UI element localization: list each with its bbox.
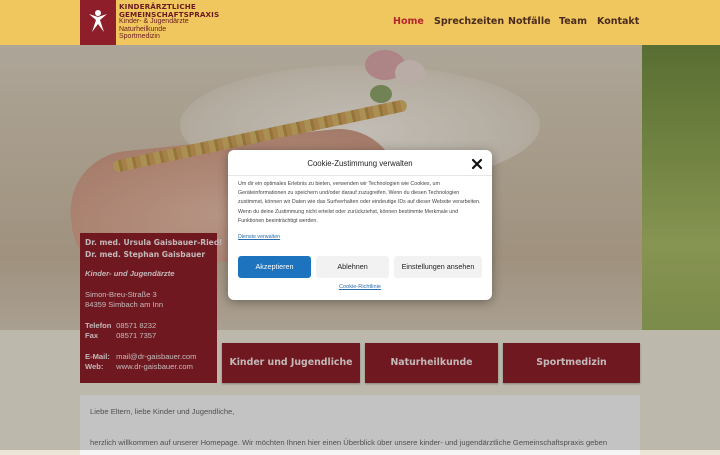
- cookie-title: Cookie-Zustimmung verwalten: [307, 159, 413, 168]
- nav-team[interactable]: Team: [559, 16, 587, 27]
- site-header: KINDERÄRZTLICHE GEMEINSCHAFTSPRAXIS Kind…: [0, 0, 720, 45]
- site-logo[interactable]: KINDERÄRZTLICHE GEMEINSCHAFTSPRAXIS Kind…: [80, 0, 219, 45]
- cookie-policy-link[interactable]: Cookie-Richtlinie: [228, 284, 492, 290]
- logo-line-5: Sportmedizin: [119, 33, 160, 40]
- logo-line-4: Naturheilkunde: [119, 25, 167, 33]
- decline-button[interactable]: Ablehnen: [316, 256, 389, 278]
- manage-services-link[interactable]: Dienste verwalten: [238, 234, 280, 240]
- logo-figure-icon: [80, 0, 116, 45]
- nav-kontakt[interactable]: Kontakt: [597, 16, 639, 27]
- cookie-description: Um dir ein optimales Erlebnis zu bieten,…: [238, 181, 481, 224]
- cookie-consent-dialog: Cookie-Zustimmung verwalten Um dir ein o…: [228, 150, 492, 300]
- accept-button[interactable]: Akzeptieren: [238, 256, 311, 278]
- logo-text: KINDERÄRZTLICHE GEMEINSCHAFTSPRAXIS Kind…: [119, 3, 219, 41]
- logo-line-3: Kinder- & Jugendärzte: [119, 18, 189, 25]
- nav-sprechzeiten[interactable]: Sprechzeiten: [434, 16, 504, 27]
- view-settings-button[interactable]: Einstellungen ansehen: [394, 256, 482, 278]
- divider: [228, 175, 492, 176]
- nav-home[interactable]: Home: [393, 16, 424, 27]
- close-icon[interactable]: [471, 157, 483, 170]
- nav-notfaelle[interactable]: Notfälle: [508, 16, 551, 27]
- logo-line-2: GEMEINSCHAFTSPRAXIS: [119, 9, 220, 19]
